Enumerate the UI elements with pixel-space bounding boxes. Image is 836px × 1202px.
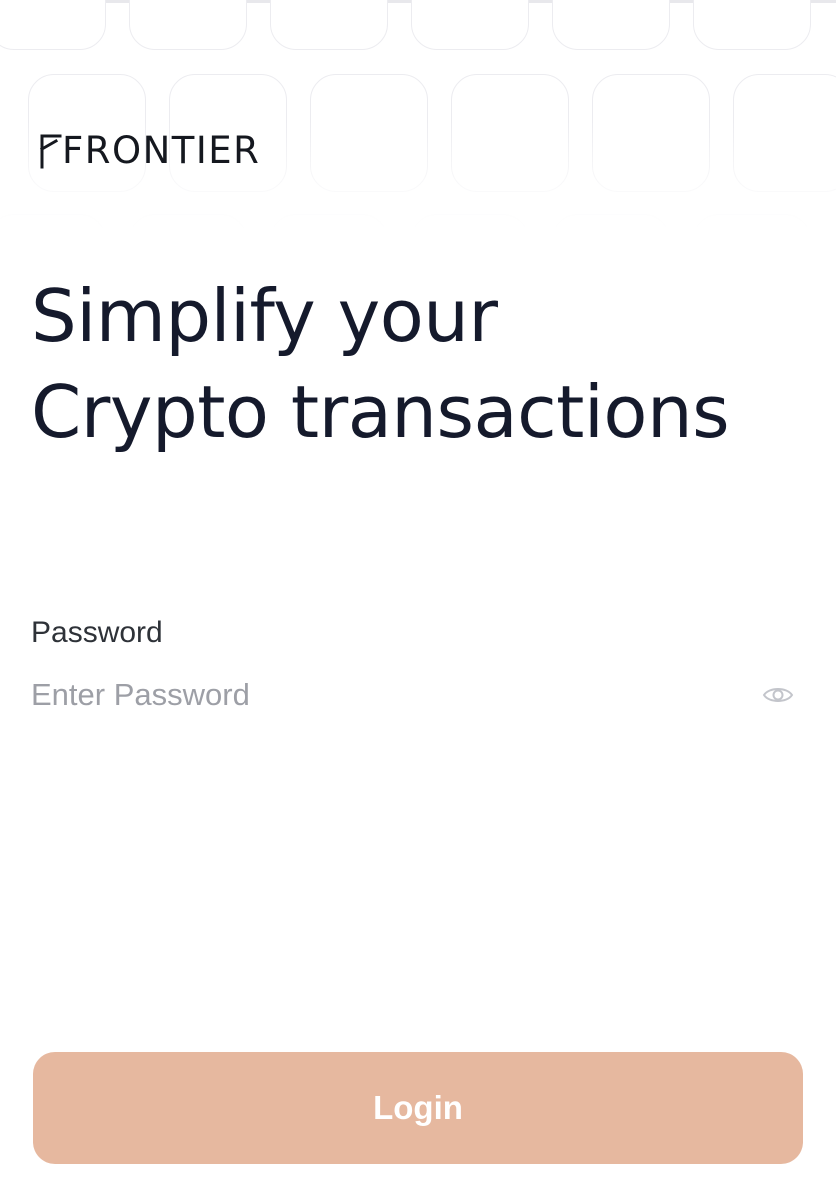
logo-text: FRONTIER <box>62 129 261 172</box>
tile <box>270 0 388 50</box>
tile <box>693 0 811 50</box>
eye-icon <box>762 688 794 702</box>
login-button[interactable]: Login <box>33 1052 803 1164</box>
page-headline: Simplify your Crypto transactions <box>31 268 821 460</box>
tile <box>552 214 670 260</box>
tile <box>129 0 247 50</box>
tile <box>411 0 529 50</box>
password-input[interactable] <box>31 672 731 718</box>
headline-line-1: Simplify your <box>31 274 498 358</box>
tile <box>310 74 428 192</box>
tile <box>0 214 106 260</box>
password-label: Password <box>31 616 163 649</box>
tile <box>552 0 670 50</box>
tile <box>693 214 811 260</box>
tile <box>129 214 247 260</box>
headline-line-2: Crypto transactions <box>31 370 730 454</box>
tile <box>451 74 569 192</box>
frontier-logo: FRONTIER <box>40 130 259 172</box>
tile <box>733 74 836 192</box>
tile <box>592 74 710 192</box>
top-edge <box>0 0 836 3</box>
logo-mark-icon <box>40 134 62 169</box>
tile <box>270 214 388 260</box>
tile <box>411 214 529 260</box>
password-visibility-toggle[interactable] <box>760 680 796 710</box>
tile <box>0 0 106 50</box>
